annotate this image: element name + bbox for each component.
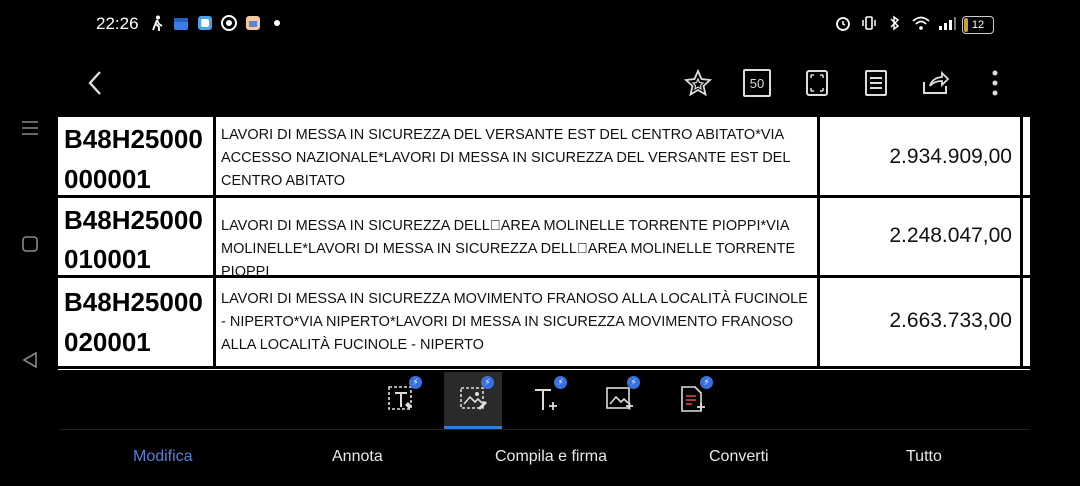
share-button[interactable] (919, 66, 953, 100)
table-row: B48H25000 020001 LAVORI DI MESSA IN SICU… (58, 278, 1030, 369)
description-text: LAVORI DI MESSA IN SICUREZZA MOVIMENTO F… (221, 291, 808, 353)
cup-code-line1: B48H25000 (64, 124, 203, 154)
premium-bolt-icon: ⚡ (554, 376, 567, 389)
description-cell: LAVORI DI MESSA IN SICUREZZA DELL AREA M… (216, 198, 820, 280)
description-cell: LAVORI DI MESSA IN SICUREZZA DEL VERSANT… (216, 117, 820, 195)
cup-code-line2: 020001 (64, 327, 151, 357)
amount-value: 2.934.909,00 (889, 145, 1012, 168)
premium-bolt-icon: ⚡ (700, 376, 713, 389)
amount-value: 2.248.047,00 (889, 224, 1012, 247)
cup-code-line1: B48H25000 (64, 287, 203, 317)
favorite-star-button[interactable] (681, 66, 715, 100)
reader-toolbar: 50 (60, 56, 1030, 110)
pdf-page[interactable]: B48H25000 000001 LAVORI DI MESSA IN SICU… (58, 114, 1030, 370)
add-image-tool[interactable]: ⚡ (590, 372, 648, 426)
menu-icon[interactable] (18, 116, 42, 140)
back-button[interactable] (78, 66, 112, 100)
cup-code-cell: B48H25000 000001 (58, 117, 216, 195)
bottom-tab-bar: Modifica Annota Compila e firma Converti… (60, 440, 1030, 476)
table-row: B48H25000 000001 LAVORI DI MESSA IN SICU… (58, 117, 1030, 198)
premium-bolt-icon: ⚡ (409, 376, 422, 389)
amount-cell: 2.934.909,00 (820, 117, 1023, 195)
tab-compila-e-firma[interactable]: Compila e firma (495, 448, 607, 466)
notification-icons (148, 14, 286, 32)
cup-code-line1: B48H25000 (64, 205, 203, 235)
reading-mode-button[interactable] (859, 66, 893, 100)
vibrate-icon (860, 14, 878, 32)
description-text: LAVORI DI MESSA IN SICUREZZA DELL AREA M… (221, 218, 796, 280)
home-icon[interactable] (18, 232, 42, 256)
tab-annota[interactable]: Annota (332, 448, 383, 466)
amount-cell: 2.248.047,00 (820, 198, 1023, 275)
premium-bolt-icon: ⚡ (481, 376, 494, 389)
cup-code-cell: B48H25000 020001 (58, 278, 216, 366)
signal-icon (938, 14, 956, 32)
cup-code-line2: 010001 (64, 244, 151, 274)
amount-cell: 2.663.733,00 (820, 278, 1023, 366)
battery-indicator: 12 (962, 16, 994, 34)
back-triangle-icon[interactable] (18, 348, 42, 372)
tab-tutto[interactable]: Tutto (906, 448, 942, 466)
battery-level: 12 (971, 19, 985, 31)
page-count-button[interactable]: 50 (740, 66, 774, 100)
table-row: B48H25000 010001 LAVORI DI MESSA IN SICU… (58, 198, 1030, 280)
add-text-tool[interactable]: ⚡ (517, 372, 575, 426)
calendar-icon (172, 14, 190, 32)
description-text: LAVORI DI MESSA IN SICUREZZA DEL VERSANT… (221, 127, 790, 189)
tab-converti[interactable]: Converti (709, 448, 769, 466)
amount-value: 2.663.733,00 (889, 309, 1012, 332)
app-icon (196, 14, 214, 32)
clock: 22:26 (96, 14, 139, 33)
edit-image-tool[interactable]: ⚡ (444, 372, 502, 429)
cup-code-cell: B48H25000 010001 (58, 198, 216, 275)
walk-icon (148, 14, 166, 32)
wifi-icon (912, 14, 930, 32)
more-options-button[interactable] (978, 66, 1012, 100)
app-icon (244, 14, 262, 32)
status-bar: 22:26 12 (0, 0, 1080, 50)
premium-bolt-icon: ⚡ (627, 376, 640, 389)
system-icons (834, 14, 956, 32)
system-nav (0, 0, 60, 486)
description-cell: LAVORI DI MESSA IN SICUREZZA MOVIMENTO F… (216, 278, 820, 366)
alarm-icon (834, 14, 852, 32)
fit-page-button[interactable] (800, 66, 834, 100)
chrome-icon (220, 14, 238, 32)
page-count-badge: 50 (743, 69, 771, 97)
edit-tools-bar: ⚡ ⚡ ⚡ ⚡ ⚡ (370, 372, 730, 429)
dot-icon (268, 14, 286, 32)
cup-code-line2: 000001 (64, 164, 151, 194)
add-page-tool[interactable]: ⚡ (663, 372, 721, 426)
tab-modifica[interactable]: Modifica (133, 448, 193, 466)
bluetooth-icon (886, 14, 904, 32)
tabs-divider (60, 429, 1030, 430)
edit-text-tool[interactable]: ⚡ (372, 372, 430, 426)
